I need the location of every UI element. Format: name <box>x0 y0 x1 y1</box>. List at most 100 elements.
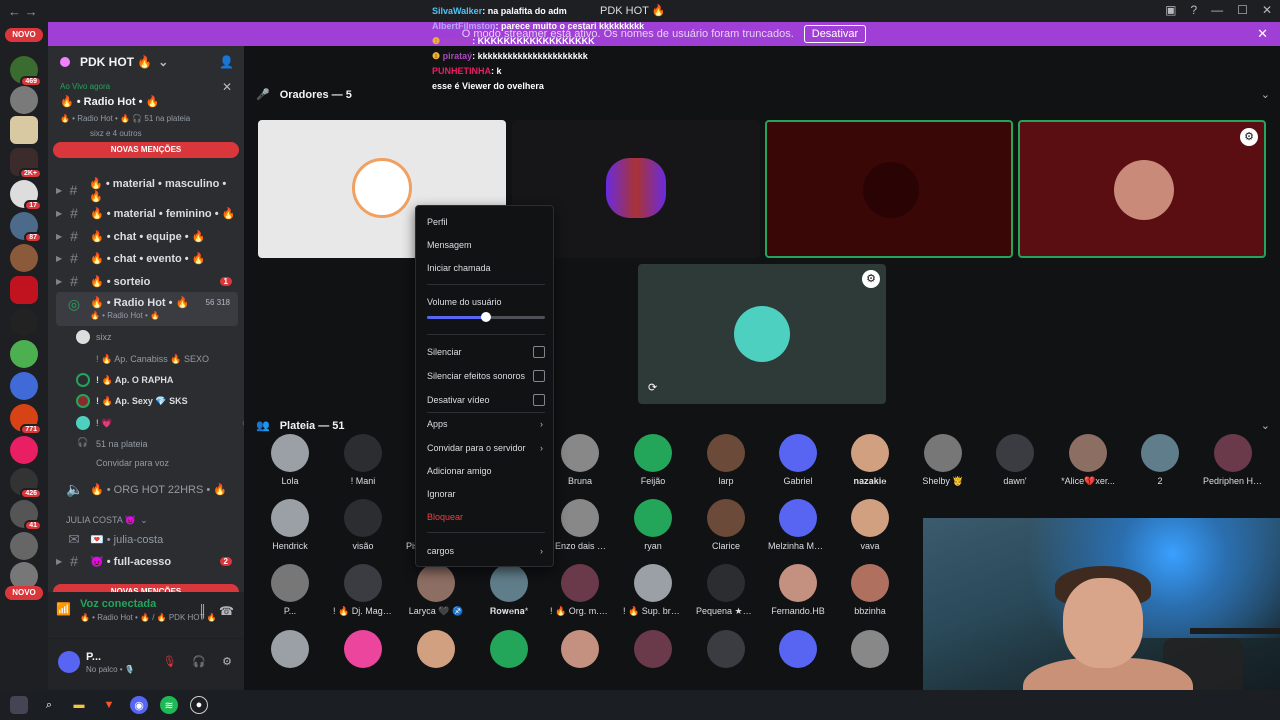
audience-member[interactable]: Bruna <box>550 434 610 486</box>
audience-member[interactable] <box>406 630 466 668</box>
audience-member[interactable]: Gabriel <box>768 434 828 486</box>
speaker-tile[interactable]: ⚙ ⟳ <box>638 264 886 404</box>
audience-member[interactable]: dawn' <box>985 434 1045 486</box>
add-user-icon[interactable]: 👤 <box>219 55 234 69</box>
help-icon[interactable]: ? <box>1190 3 1197 17</box>
chevron-down-icon[interactable]: ⌄ <box>1261 419 1270 432</box>
close-icon[interactable]: ✕ <box>1257 26 1268 42</box>
slider-handle[interactable] <box>481 312 491 322</box>
server-icon[interactable]: 426 <box>10 468 42 499</box>
audience-member[interactable]: 2 <box>1130 434 1190 486</box>
menu-start-call[interactable]: Iniciar chamada <box>427 263 545 273</box>
stage-user[interactable]: ! 🔥 Ap. O RAPHA <box>76 373 173 387</box>
audience-member[interactable]: Fernando.HB <box>768 564 828 616</box>
server-icon[interactable] <box>10 86 38 114</box>
server-icon[interactable] <box>10 340 38 368</box>
stage-user[interactable]: ! 💗⊘ <box>76 416 244 430</box>
gear-icon[interactable]: ⚙ <box>862 270 880 288</box>
disconnect-icon[interactable]: ☎ <box>219 604 234 618</box>
headphones-icon[interactable]: 🎧 <box>192 655 206 668</box>
screen-share-icon[interactable]: ⟳ <box>648 381 657 394</box>
audience-member[interactable]: Lola <box>260 434 320 486</box>
server-icon[interactable]: 87 <box>10 212 42 243</box>
new-mentions-bar[interactable]: NOVAS MENÇÕES <box>53 142 239 158</box>
audience-member[interactable]: 𝐑𝐨𝐰𝐞𝐧𝐚* <box>479 564 539 617</box>
checkbox[interactable] <box>533 370 545 382</box>
menu-disable-video[interactable]: Desativar vídeo <box>427 394 545 406</box>
channel-item[interactable]: ▶ # 🔥 • chat • equipe • 🔥 <box>56 225 238 247</box>
server-icon[interactable] <box>10 372 38 400</box>
menu-message[interactable]: Mensagem <box>427 240 545 250</box>
audience-member[interactable] <box>696 630 756 668</box>
soundboard-icon[interactable]: ║ <box>199 604 208 618</box>
server-icon[interactable]: 469 <box>10 56 42 87</box>
audience-member[interactable]: ! 🔥 Sup. bruno <box>623 564 683 617</box>
search-icon[interactable]: ⌕ <box>40 696 58 714</box>
maximize-icon[interactable]: ☐ <box>1237 3 1248 17</box>
speaker-tile[interactable] <box>765 120 1013 258</box>
menu-roles[interactable]: cargos › <box>427 546 545 556</box>
server-icon[interactable] <box>10 116 38 144</box>
back-forward-icon[interactable]: ← → <box>8 4 48 19</box>
audience-member[interactable]: ! Enzo dais be... <box>550 499 610 551</box>
channel-item[interactable]: ▶ # 🔥 • chat • evento • 🔥 <box>56 247 238 269</box>
invite-to-voice[interactable]: Convidar para voz› <box>76 456 169 470</box>
disable-streamer-button[interactable]: Desativar <box>803 25 867 43</box>
discord-icon[interactable]: ◉ <box>130 696 148 714</box>
audience-member[interactable] <box>479 630 539 668</box>
audience-member[interactable] <box>623 630 683 668</box>
menu-ignore[interactable]: Ignorar <box>427 489 545 499</box>
audience-count[interactable]: 🎧 51 na plateia <box>76 437 147 451</box>
audience-member[interactable]: visão <box>333 499 393 551</box>
server-icon[interactable] <box>10 532 38 560</box>
server-icon[interactable]: 771 <box>10 404 42 435</box>
menu-mute[interactable]: Silenciar <box>427 346 545 358</box>
audience-member[interactable] <box>768 630 828 668</box>
audience-member[interactable]: Melzinha Mal... <box>768 499 828 551</box>
speaker-tile[interactable]: ⚙ <box>1018 120 1266 258</box>
checkbox[interactable] <box>533 394 545 406</box>
stage-user[interactable]: ! 🔥 Ap. Canabiss 🔥 SEXO <box>76 352 209 366</box>
menu-profile[interactable]: Perfil <box>427 217 545 227</box>
signal-icon[interactable]: 📶 <box>56 602 71 616</box>
audience-member[interactable]: ryan <box>623 499 683 551</box>
audience-member[interactable]: Hendrick <box>260 499 320 551</box>
channel-item[interactable]: ▶ # 🔥 • material • masculino • 🔥 <box>56 178 238 203</box>
audience-member[interactable]: *Alice💔xer... <box>1058 434 1118 487</box>
spotify-icon[interactable]: ≋ <box>160 696 178 714</box>
menu-block[interactable]: Bloquear <box>427 512 545 522</box>
audience-member[interactable]: bbzinha <box>840 564 900 616</box>
server-icon[interactable]: 2K+ <box>10 148 42 179</box>
audience-member[interactable] <box>550 630 610 668</box>
stage-user[interactable]: sixz <box>76 330 112 344</box>
server-header[interactable]: PDK HOT 🔥 ⌄ 👤 <box>48 46 244 78</box>
voice-channel-item[interactable]: 🔈 🔥 • ORG HOT 22HRS • 🔥 <box>56 478 238 500</box>
inbox-icon[interactable]: ▣ <box>1165 3 1176 17</box>
audience-member[interactable]: Pequena ★10★ <box>696 564 756 617</box>
audience-member[interactable]: 𝐧𝐚𝐳𝐚𝐤𝐢𝐞 <box>840 434 900 487</box>
audience-member[interactable]: Shelby 🤴 <box>913 434 973 487</box>
audience-member[interactable] <box>260 630 320 668</box>
audience-member[interactable] <box>333 630 393 668</box>
mic-icon[interactable]: 🎙 <box>162 655 176 668</box>
audience-member[interactable]: Laryca 🖤 ♐ <box>406 564 466 617</box>
audience-member[interactable]: P... <box>260 564 320 616</box>
chevron-down-icon[interactable]: ⌄ <box>1261 88 1270 101</box>
menu-mute-sounds[interactable]: Silenciar efeitos sonoros <box>427 370 545 382</box>
menu-add-friend[interactable]: Adicionar amigo <box>427 466 545 476</box>
live-now-card[interactable]: Ao Vivo agora 🔥 • Radio Hot • 🔥 🔥 • Radi… <box>48 78 244 138</box>
audience-member[interactable]: ! 🔥 Org. m... ♐ <box>550 564 610 617</box>
obs-icon[interactable]: ● <box>190 696 208 714</box>
volume-slider[interactable] <box>427 312 545 322</box>
close-window-icon[interactable]: ✕ <box>1262 3 1272 17</box>
new-badge-bottom[interactable]: NOVO <box>5 586 43 600</box>
brave-icon[interactable]: ▼ <box>100 696 118 714</box>
channel-item[interactable]: ▶ # 🔥 • sorteio 1 <box>56 270 238 292</box>
gear-icon[interactable]: ⚙ <box>1240 128 1258 146</box>
avatar-icon[interactable] <box>10 696 28 714</box>
new-badge-top[interactable]: NOVO <box>5 28 43 42</box>
audience-member[interactable]: ! Mani <box>333 434 393 486</box>
audience-member[interactable]: ! 🔥 Dj. Magn... <box>333 564 393 617</box>
minimize-icon[interactable]: — <box>1211 3 1223 17</box>
stage-channel-active[interactable]: ◎ 🔥 • Radio Hot • 🔥 56 318 🔥 • Radio Hot… <box>56 292 238 326</box>
